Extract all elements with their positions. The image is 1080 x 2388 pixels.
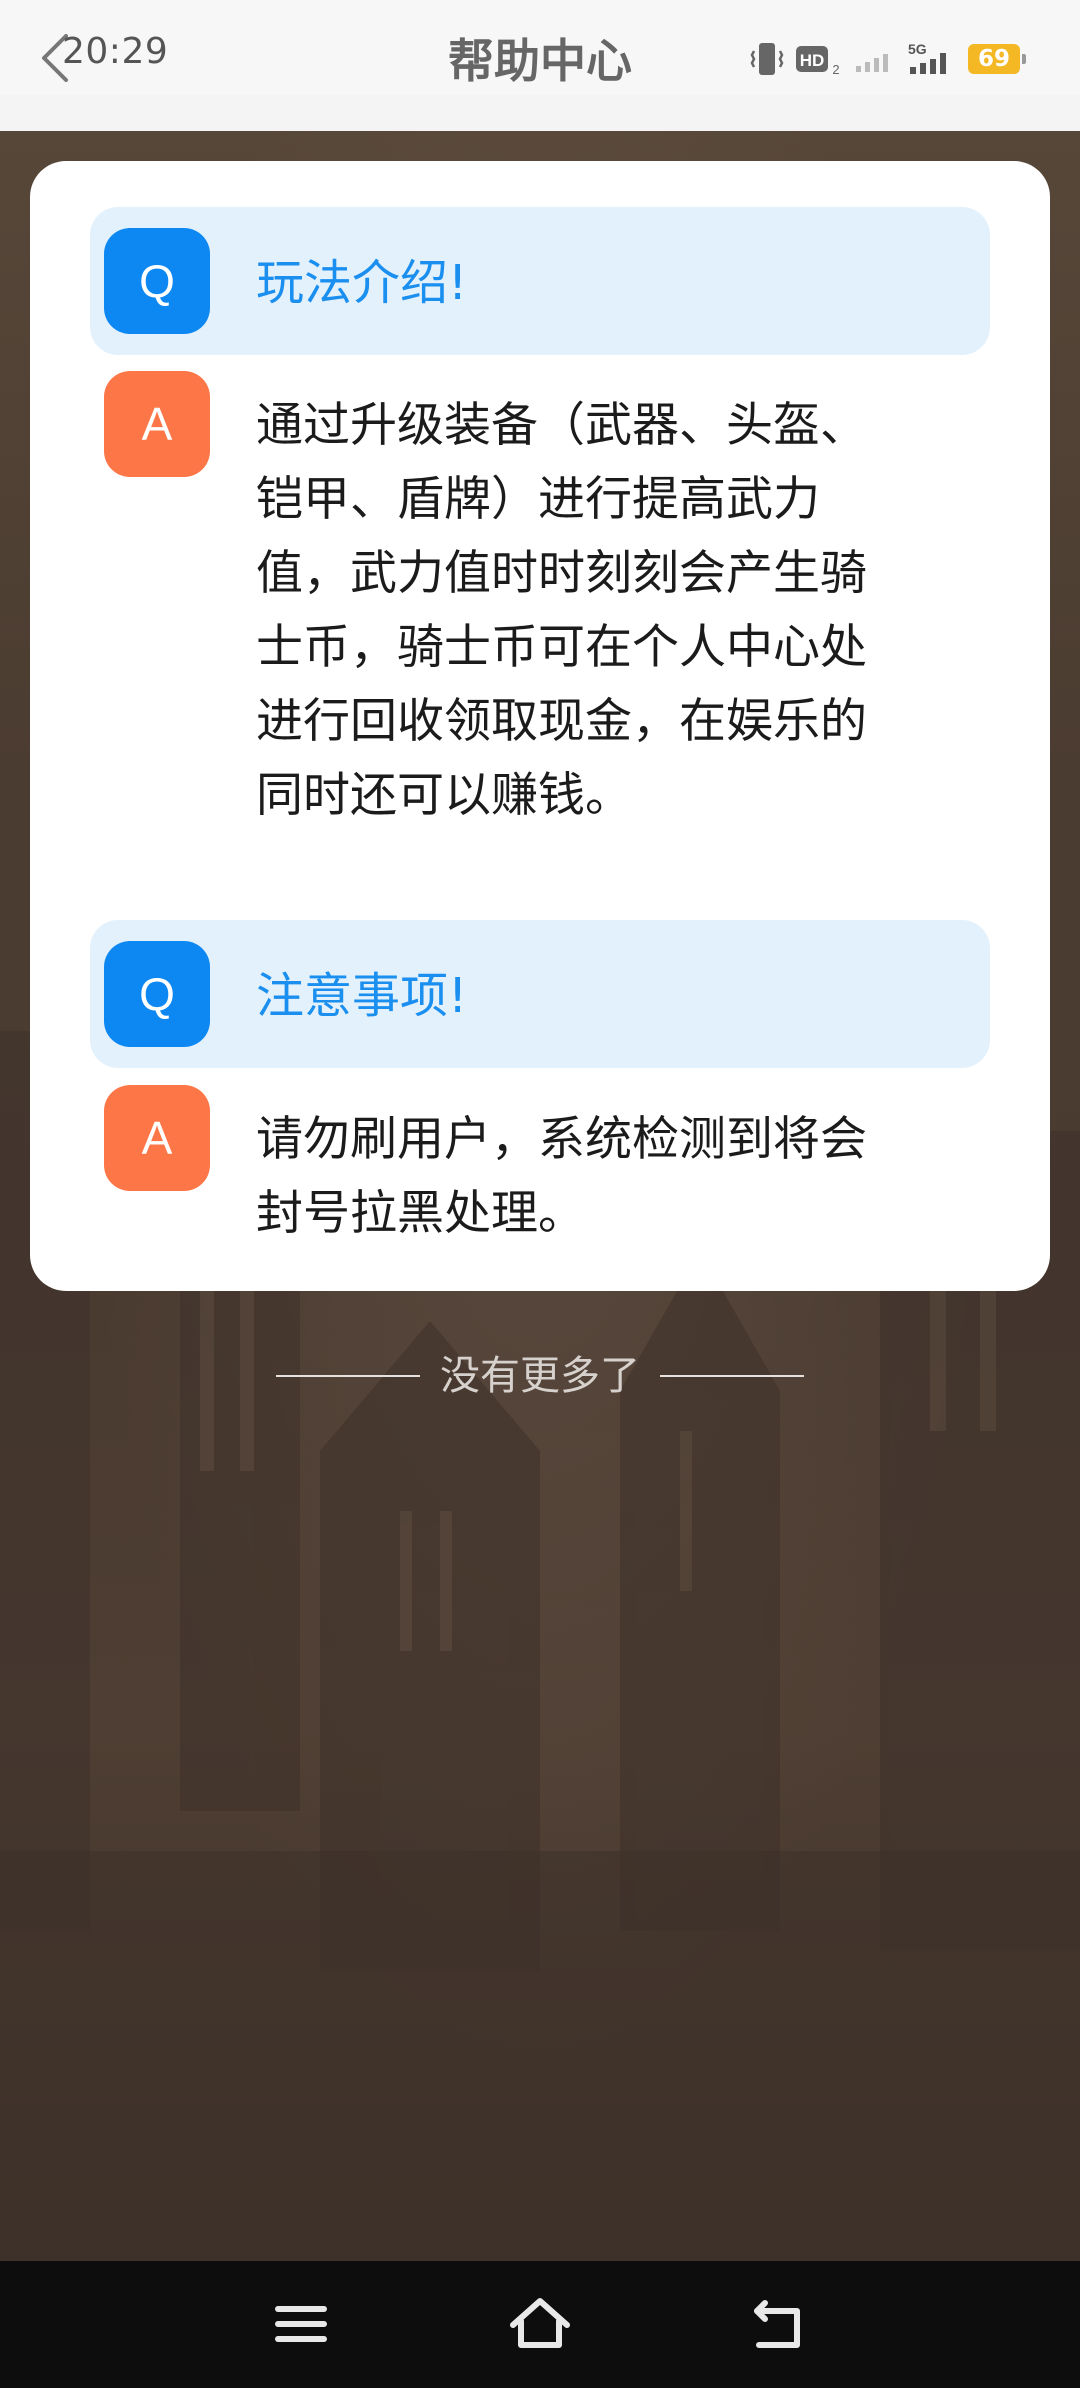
faq-question: 玩法介绍!	[256, 255, 468, 311]
hd-voice-icon: HD 2	[796, 46, 840, 76]
question-badge: Q	[104, 228, 210, 334]
system-navigation-bar	[0, 2261, 1080, 2388]
faq-answer-line: 值，武力值时时刻刻会产生骑	[256, 546, 867, 601]
faq-answer-line: 进行回收领取现金，在娱乐的	[256, 694, 867, 749]
svg-text:2: 2	[832, 62, 839, 76]
network-label: 5G	[908, 41, 927, 57]
status-bar: 20:29 帮助中心 HD 2 5G 69	[0, 0, 1080, 95]
list-end-text: 没有更多了	[440, 1353, 640, 1399]
list-end-indicator: 没有更多了	[0, 1356, 1080, 1396]
battery-icon: 69	[968, 44, 1026, 74]
signal-5g-icon: 5G	[908, 41, 946, 74]
faq-answer-line: 通过升级装备（武器、头盔、	[256, 398, 867, 453]
faq-question: 注意事项!	[256, 968, 468, 1024]
answer-badge: A	[104, 371, 210, 477]
question-badge: Q	[104, 941, 210, 1047]
home-icon[interactable]	[505, 2289, 575, 2359]
faq-question-row[interactable]: Q 注意事项!	[90, 920, 990, 1068]
faq-answer-line: 同时还可以赚钱。	[256, 768, 632, 823]
status-icons: HD 2 5G 69	[750, 38, 1026, 80]
divider-line	[276, 1375, 420, 1377]
faq-answer-line: 封号拉黑处理。	[256, 1186, 585, 1241]
faq-question-row[interactable]: Q 玩法介绍!	[90, 207, 990, 355]
faq-answer-line: 请勿刷用户，系统检测到将会	[256, 1112, 867, 1167]
menu-icon[interactable]	[266, 2289, 336, 2359]
hd-label: HD	[800, 51, 825, 70]
back-icon[interactable]	[745, 2289, 815, 2359]
faq-answer-line: 铠甲、盾牌）进行提高武力	[256, 472, 820, 527]
vibrate-icon	[750, 43, 784, 75]
header-divider	[0, 95, 1080, 131]
faq-answer: 请勿刷用户，系统检测到将会 封号拉黑处理。	[256, 1103, 956, 1251]
answer-badge: A	[104, 1085, 210, 1191]
faq-answer: 通过升级装备（武器、头盔、 铠甲、盾牌）进行提高武力 值，武力值时时刻刻会产生骑…	[256, 389, 956, 833]
faq-card: Q 玩法介绍! A 通过升级装备（武器、头盔、 铠甲、盾牌）进行提高武力 值，武…	[30, 161, 1050, 1291]
divider-line	[660, 1375, 804, 1377]
faq-answer-line: 士币，骑士币可在个人中心处	[256, 620, 867, 675]
signal-weak-icon	[856, 54, 888, 72]
